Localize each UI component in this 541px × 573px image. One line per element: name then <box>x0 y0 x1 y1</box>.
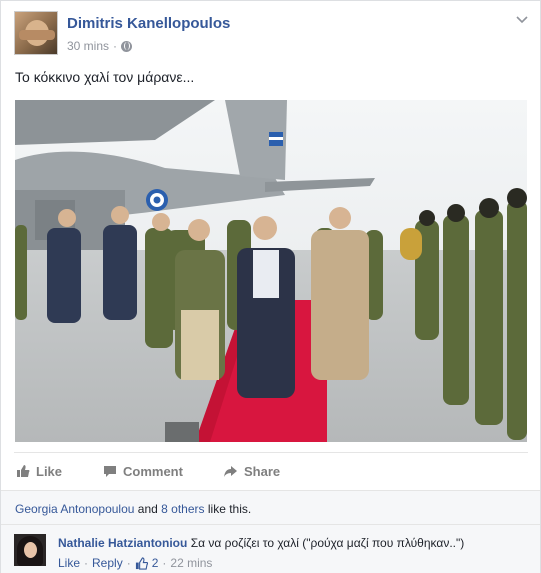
comment-icon <box>104 465 116 477</box>
post-card: Dimitris Kanellopoulos 30 mins · Το κόκκ… <box>0 0 541 573</box>
commenter-avatar[interactable] <box>14 534 46 566</box>
post-header: Dimitris Kanellopoulos 30 mins · <box>14 11 529 57</box>
like-label: Like <box>36 463 63 479</box>
thumbs-up-icon <box>135 556 148 570</box>
comment: Nathalie Hatziantoniou Σα να ροζίζει το … <box>1 524 540 573</box>
likes-summary: Georgia Antonopoulou and 8 others like t… <box>1 490 540 525</box>
comment-like-link[interactable]: Like <box>58 556 80 570</box>
commenter-name[interactable]: Nathalie Hatziantoniou <box>58 536 187 550</box>
comment-label: Comment <box>123 463 183 479</box>
likes-suffix: like this. <box>207 502 252 516</box>
post-time[interactable]: 30 mins <box>67 39 109 53</box>
author-name[interactable]: Dimitris Kanellopoulos <box>67 15 230 32</box>
post-actions: Like Comment Share <box>14 452 528 489</box>
post-meta: 30 mins · <box>67 39 133 53</box>
globe-icon[interactable] <box>121 40 133 52</box>
comment-dot-1: · <box>84 556 89 570</box>
comment-body: Nathalie Hatziantoniou Σα να ροζίζει το … <box>58 536 464 550</box>
likes-and: and <box>137 502 158 516</box>
thumbs-up-icon <box>17 465 30 477</box>
comment-dot-3: · <box>162 556 167 570</box>
chevron-down-icon[interactable] <box>515 13 529 27</box>
like-button[interactable]: Like <box>16 453 62 489</box>
comment-dot-2: · <box>126 556 131 570</box>
meta-separator: · <box>113 39 118 53</box>
share-button[interactable]: Share <box>223 453 280 489</box>
photo-scene <box>15 100 527 442</box>
comment-text: Σα να ροζίζει το χαλί ("ρούχα μαζί που π… <box>190 536 465 550</box>
comment-like-count[interactable]: 2 <box>152 556 159 570</box>
comment-time[interactable]: 22 mins <box>170 556 212 570</box>
comment-button[interactable]: Comment <box>103 453 183 489</box>
comment-meta: Like · Reply · 2 · 22 mins <box>58 556 212 570</box>
first-liker-link[interactable]: Georgia Antonopoulou <box>15 502 134 516</box>
post-photo[interactable] <box>15 100 527 442</box>
post-text: Το κόκκινο χαλί τον μάρανε... <box>15 69 195 85</box>
share-label: Share <box>244 463 281 479</box>
author-avatar[interactable] <box>14 11 58 55</box>
comment-reply-link[interactable]: Reply <box>92 556 123 570</box>
others-link[interactable]: 8 others <box>161 502 204 516</box>
share-icon <box>224 465 237 477</box>
